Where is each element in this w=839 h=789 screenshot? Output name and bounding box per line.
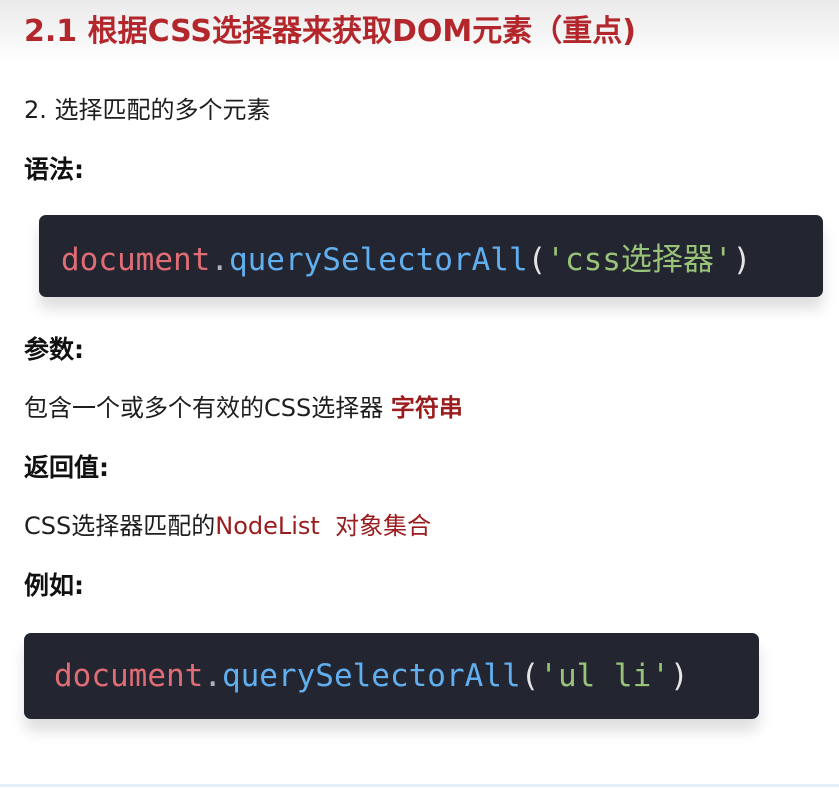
page-title: 2.1 根据CSS选择器来获取DOM元素（重点): [24, 14, 636, 49]
example-code-block: document.querySelectorAll('ul li'): [24, 633, 759, 719]
example-code-line: document.querySelectorAll('ul li'): [24, 658, 689, 694]
code-object-token: document: [61, 241, 211, 278]
code-close-paren: ): [732, 241, 752, 278]
syntax-code-line: document.querySelectorAll('css选择器'): [39, 234, 751, 279]
bottom-divider: [0, 784, 839, 787]
return-highlight: NodeList 对象集合: [215, 512, 432, 540]
syntax-label: 语法:: [24, 155, 84, 184]
section-subtitle: 2. 选择匹配的多个元素: [24, 96, 271, 124]
slide-page: 2.1 根据CSS选择器来获取DOM元素（重点) 2. 选择匹配的多个元素 语法…: [0, 0, 839, 789]
code-dot-token: .: [203, 658, 222, 694]
params-text: 包含一个或多个有效的CSS选择器: [24, 394, 391, 422]
params-highlight: 字符串: [390, 394, 463, 422]
code-object-token: document: [54, 658, 204, 694]
code-open-paren: (: [527, 241, 547, 278]
params-description: 包含一个或多个有效的CSS选择器 字符串: [24, 388, 463, 423]
code-dot-token: .: [210, 241, 229, 278]
code-string-token: 'ul li': [539, 658, 670, 694]
params-label: 参数:: [24, 335, 84, 364]
return-label: 返回值:: [24, 453, 109, 482]
syntax-code-block: document.querySelectorAll('css选择器'): [39, 215, 823, 297]
example-label: 例如:: [24, 571, 84, 600]
return-description: CSS选择器匹配的NodeList 对象集合: [24, 506, 431, 541]
code-method-token: querySelectorAll: [221, 658, 521, 694]
code-open-paren: (: [520, 658, 540, 694]
code-method-token: querySelectorAll: [228, 241, 528, 278]
return-text: CSS选择器匹配的: [24, 512, 216, 540]
code-string-token: 'css选择器': [546, 241, 733, 278]
code-close-paren: ): [669, 658, 689, 694]
